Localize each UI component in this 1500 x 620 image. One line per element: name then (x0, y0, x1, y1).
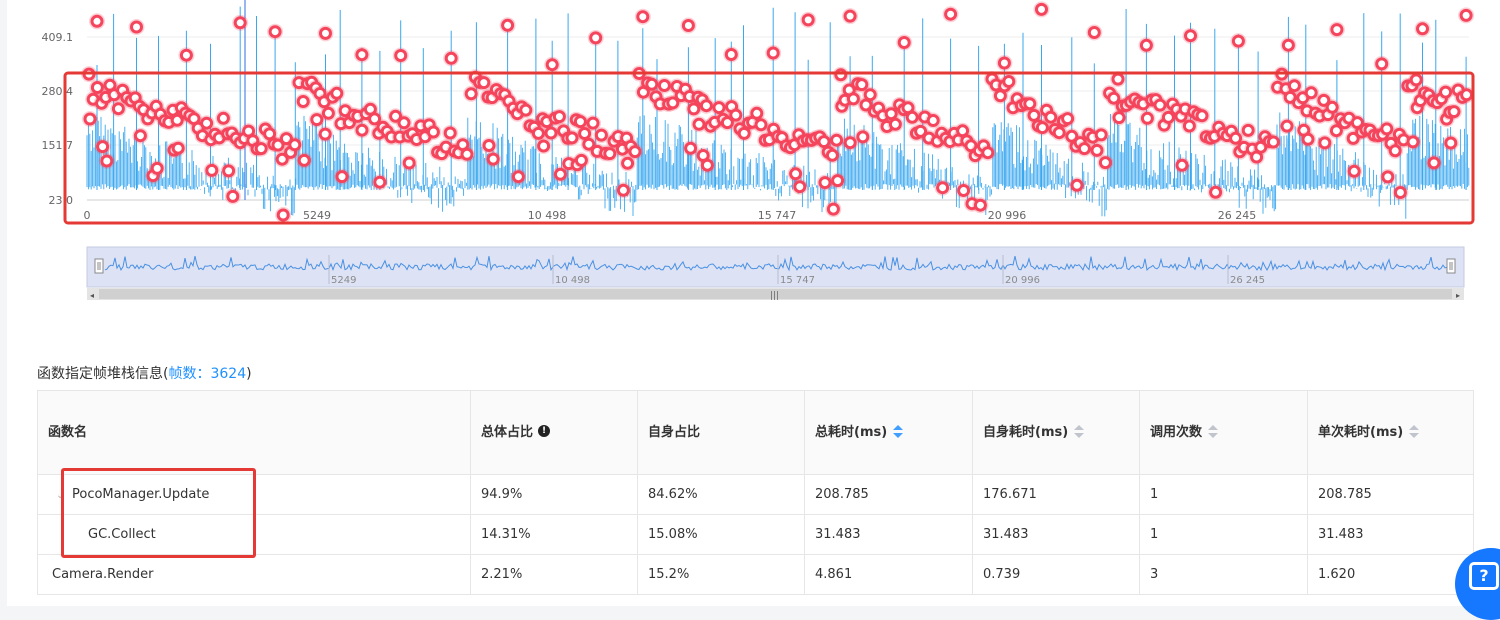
zoom-left-handle[interactable] (94, 258, 104, 274)
stack-info-title: 函数指定帧堆栈信息(帧数：3624) (37, 363, 252, 383)
calls-cell: 1 (1140, 515, 1308, 555)
zoom-tick-label: 20 996 (1005, 275, 1040, 286)
table-header-row: 函数名 总体占比! 自身占比 总耗时(ms) 自身耗时(ms) 调用次数 单次耗… (38, 391, 1473, 475)
zoom-tick-label: 5249 (331, 275, 356, 286)
self-time-cell: 31.483 (973, 515, 1140, 555)
content-panel: 409.1 280.4 151.7 23.0 0 5249 10 498 15 … (7, 0, 1500, 620)
zoom-tick-label: 10 498 (555, 275, 590, 286)
sort-icon[interactable] (1409, 424, 1420, 439)
scroll-left-arrow-icon[interactable]: ◂ (90, 291, 94, 300)
column-header-per-call[interactable]: 单次耗时(ms) (1308, 391, 1475, 475)
total-time-cell: 31.483 (805, 515, 973, 555)
self-time-cell: 0.739 (973, 555, 1140, 595)
zoom-right-handle[interactable] (1446, 258, 1456, 274)
column-header-calls[interactable]: 调用次数 (1140, 391, 1308, 475)
function-name: Camera.Render (38, 555, 471, 595)
function-name: PocoManager.Update (72, 487, 210, 502)
per-call-cell: 1.620 (1318, 567, 1356, 582)
self-ratio-cell: 15.08% (638, 515, 805, 555)
column-header-total-time[interactable]: 总耗时(ms) (805, 391, 973, 475)
zoom-tick-label: 26 245 (1230, 275, 1265, 286)
title-close-paren: ) (246, 366, 252, 382)
column-header-function-name: 函数名 (38, 391, 471, 475)
per-call-cell: 31.483 (1318, 527, 1364, 542)
sort-icon[interactable] (1208, 424, 1219, 439)
stack-info-title-text: 函数指定帧堆栈信息 (37, 366, 163, 382)
self-ratio-cell: 84.62% (638, 475, 805, 515)
function-stack-table: 函数名 总体占比! 自身占比 总耗时(ms) 自身耗时(ms) 调用次数 单次耗… (37, 390, 1474, 595)
help-video-icon: ? (1469, 562, 1499, 590)
self-time-cell: 176.671 (973, 475, 1140, 515)
data-zoom-slider[interactable]: 5249 10 498 15 747 20 996 26 245 ◂ ▸ ||| (7, 0, 1500, 310)
scroll-right-arrow-icon[interactable]: ▸ (1456, 291, 1460, 300)
total-ratio-cell: 2.21% (471, 555, 638, 595)
calls-cell: 1 (1140, 475, 1308, 515)
column-header-self-ratio: 自身占比 (638, 391, 805, 475)
calls-cell: 3 (1140, 555, 1308, 595)
info-icon[interactable]: ! (538, 424, 551, 437)
column-header-total-ratio: 总体占比! (471, 391, 638, 475)
sort-icon[interactable] (893, 424, 904, 439)
scrollbar-grip-icon[interactable]: ||| (770, 291, 779, 301)
function-name: GC.Collect (38, 515, 471, 555)
chevron-down-icon[interactable]: ⌄ (56, 476, 70, 516)
self-ratio-cell: 15.2% (638, 555, 805, 595)
total-ratio-cell: 94.9% (471, 475, 638, 515)
table-row[interactable]: ⌄ PocoManager.Update 94.9% 84.62% 208.785… (38, 475, 1473, 515)
frame-number-link[interactable]: 帧数：3624 (168, 366, 246, 382)
table-row[interactable]: Camera.Render 2.21% 15.2% 4.861 0.739 3 … (38, 555, 1473, 595)
per-call-cell: 208.785 (1318, 487, 1372, 502)
sort-icon[interactable] (1074, 424, 1085, 439)
table-row[interactable]: GC.Collect 14.31% 15.08% 31.483 31.483 1… (38, 515, 1473, 555)
total-time-cell: 4.861 (805, 555, 973, 595)
total-time-cell: 208.785 (805, 475, 973, 515)
column-header-self-time[interactable]: 自身耗时(ms) (973, 391, 1140, 475)
zoom-tick-label: 15 747 (780, 275, 815, 286)
total-ratio-cell: 14.31% (471, 515, 638, 555)
